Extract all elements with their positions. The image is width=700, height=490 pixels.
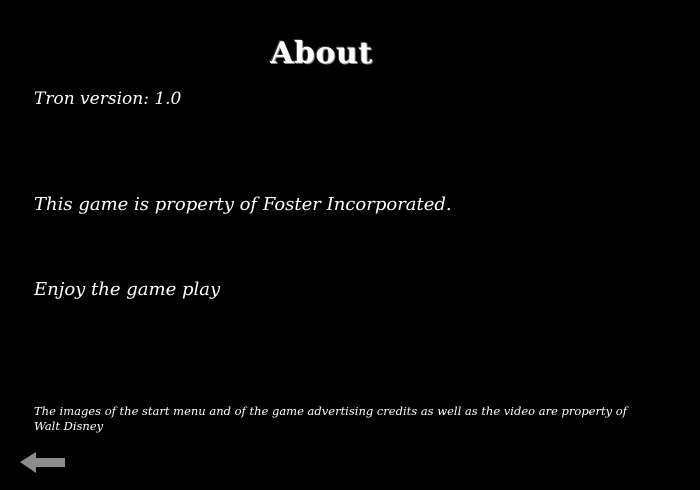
left-arrow-icon (19, 450, 67, 476)
credits-text: The images of the start menu and of the … (34, 404, 627, 433)
page-title: About (270, 36, 373, 71)
back-button[interactable] (19, 450, 67, 476)
ownership-text: This game is property of Foster Incorpor… (34, 194, 452, 215)
about-screen: About Tron version: 1.0 This game is pro… (0, 0, 700, 490)
version-label: Tron version: 1.0 (34, 89, 182, 109)
enjoy-message: Enjoy the game play (34, 279, 221, 300)
